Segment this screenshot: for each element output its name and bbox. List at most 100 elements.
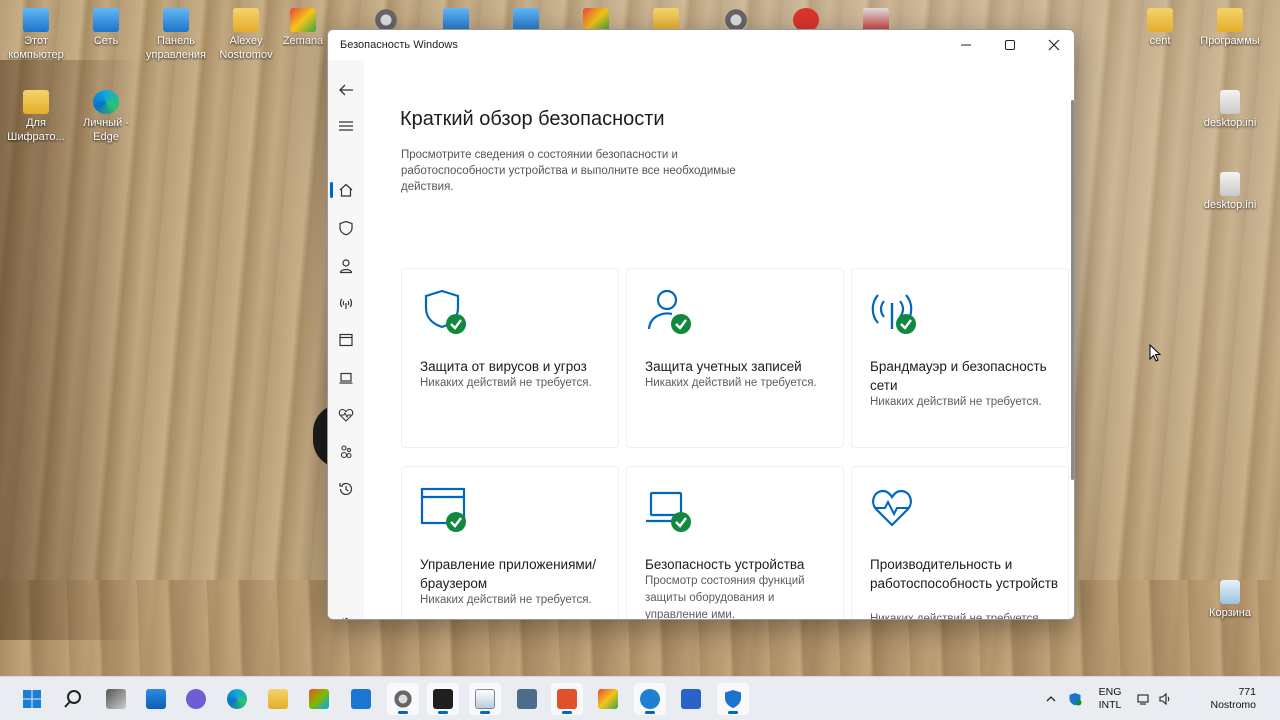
- show-hidden-icons-button[interactable]: [1045, 677, 1065, 720]
- card-title: Управление приложениями/браузером: [420, 557, 596, 591]
- search-button[interactable]: [57, 683, 89, 715]
- back-arrow-icon: [339, 84, 353, 96]
- gear-icon: [342, 617, 350, 619]
- ccleaner-icon: [557, 689, 577, 709]
- back-button[interactable]: [328, 72, 364, 108]
- browser-window-icon: [339, 333, 353, 347]
- malwarebytes-icon: [681, 689, 701, 709]
- account-person-icon: [647, 289, 691, 334]
- zemana-taskbar-button[interactable]: [592, 683, 624, 715]
- nav-device-security[interactable]: [328, 360, 364, 396]
- desktop-shadow: [0, 60, 140, 640]
- windows-security-taskbar-button[interactable]: [717, 683, 749, 715]
- taskbar: ENG INTL 771 Nostromo: [0, 676, 1280, 720]
- desktop-icon-user-folder[interactable]: Alexey Nostromov: [210, 8, 282, 62]
- desktop-icon-this-pc[interactable]: Этот компьютер: [0, 8, 72, 62]
- maximize-button[interactable]: [988, 30, 1032, 60]
- recycle-bin-icon: [1220, 580, 1240, 604]
- desktop-icon-zemana[interactable]: Zemana: [275, 8, 331, 48]
- task-view-button[interactable]: [100, 683, 132, 715]
- history-icon: [339, 482, 353, 496]
- card-title: Производительность и работоспособность у…: [870, 557, 1059, 591]
- terminal-button[interactable]: [427, 683, 459, 715]
- file-icon: [1220, 90, 1240, 114]
- person-icon: [339, 259, 353, 274]
- ccleaner-button[interactable]: [551, 683, 583, 715]
- desktop-icon-cent[interactable]: cent: [1124, 8, 1196, 48]
- card-device-performance[interactable]: Производительность и работоспособность у…: [851, 466, 1069, 619]
- heart-pulse-icon: [338, 408, 354, 422]
- card-status: Никаких действий не требуется.: [420, 377, 592, 389]
- card-firewall[interactable]: Брандмауэр и безопасность сети Никаких д…: [851, 268, 1069, 448]
- nav-account-protection[interactable]: [328, 248, 364, 284]
- tray-volume[interactable]: [1158, 677, 1178, 720]
- virus-shield-icon: [424, 289, 466, 334]
- nav-protection-history[interactable]: [328, 471, 364, 507]
- folder-icon: [1217, 8, 1243, 32]
- edge-icon: [227, 689, 247, 709]
- card-status: Никаких действий не требуется.: [870, 396, 1042, 408]
- language-indicator[interactable]: ENG INTL: [1092, 677, 1128, 720]
- chat-button[interactable]: [180, 683, 212, 715]
- malwarebytes-button[interactable]: [675, 683, 707, 715]
- file-explorer-button[interactable]: [262, 683, 294, 715]
- main-content: Краткий обзор безопасности Просмотрите с…: [364, 60, 1074, 619]
- folder-icon: [23, 90, 49, 114]
- widgets-button[interactable]: [140, 683, 172, 715]
- desktop-icon-desktop-ini-1[interactable]: desktop.ini: [1194, 90, 1266, 130]
- settings-taskbar-button[interactable]: [387, 683, 419, 715]
- keyboard-layout-label: INTL: [1098, 699, 1122, 711]
- calculator-icon: [517, 689, 537, 709]
- shield-icon: [725, 690, 741, 708]
- close-button[interactable]: [1032, 30, 1074, 60]
- desktop-icon-programs[interactable]: Программы: [1194, 8, 1266, 48]
- card-status: Никаких действий не требуется.: [645, 377, 817, 389]
- tray-network[interactable]: [1136, 677, 1156, 720]
- calculator-button[interactable]: [511, 683, 543, 715]
- card-virus-protection[interactable]: Защита от вирусов и угроз Никаких действ…: [401, 268, 619, 448]
- card-device-security[interactable]: Безопасность устройства Просмотр состоян…: [626, 466, 844, 619]
- tray-security[interactable]: [1068, 677, 1088, 720]
- nav-virus-protection[interactable]: [328, 210, 364, 246]
- gear-icon: [393, 689, 413, 709]
- laptop-icon: [339, 372, 353, 384]
- nav-home[interactable]: [328, 172, 364, 208]
- card-status: Никаких действий не требуется.: [420, 594, 592, 606]
- folder-icon: [233, 8, 259, 32]
- folder-icon: [1147, 8, 1173, 32]
- nav-family-options[interactable]: [328, 434, 364, 470]
- mail-icon: [351, 689, 371, 709]
- desktop-icon-network[interactable]: Сеть: [70, 8, 142, 48]
- network-icon: [1137, 694, 1149, 705]
- desktop-icon-edge[interactable]: Личный - Edge: [70, 90, 142, 144]
- edge-taskbar-button[interactable]: [221, 683, 253, 715]
- nav-firewall[interactable]: [328, 285, 364, 321]
- mail-button[interactable]: [345, 683, 377, 715]
- nav-device-performance[interactable]: [328, 397, 364, 433]
- heart-pulse-icon: [872, 489, 912, 527]
- card-app-browser-control[interactable]: Управление приложениями/браузером Никаки…: [401, 466, 619, 619]
- menu-button[interactable]: [328, 108, 364, 144]
- title-bar[interactable]: Безопасность Windows: [328, 30, 1074, 60]
- app-taskbar-button[interactable]: [634, 683, 666, 715]
- task-manager-button[interactable]: [469, 683, 501, 715]
- desktop-icon-desktop-ini-2[interactable]: desktop.ini: [1194, 172, 1266, 212]
- card-account-protection[interactable]: Защита учетных записей Никаких действий …: [626, 268, 844, 448]
- card-title: Защита учетных записей: [645, 359, 802, 374]
- navigation-sidebar: [328, 60, 364, 619]
- home-icon: [339, 183, 353, 197]
- clock[interactable]: 771 Nostromo: [1184, 677, 1256, 720]
- start-button[interactable]: [16, 683, 48, 715]
- minimize-button[interactable]: [944, 30, 988, 60]
- widgets-icon: [146, 689, 166, 709]
- app-browser-icon: [420, 487, 466, 532]
- page-title: Краткий обзор безопасности: [400, 108, 665, 130]
- store-button[interactable]: [303, 683, 335, 715]
- desktop-icon-recycle-bin[interactable]: Корзина: [1194, 580, 1266, 620]
- desktop-icon-encrypt-folder[interactable]: Для Шифрато...: [0, 90, 72, 144]
- desktop-icon-control-panel[interactable]: Панель управления: [140, 8, 212, 62]
- card-title: Брандмауэр и безопасность сети: [870, 359, 1047, 393]
- nav-settings[interactable]: [328, 606, 364, 619]
- nav-app-browser[interactable]: [328, 322, 364, 358]
- content-scrollbar[interactable]: [1071, 100, 1074, 480]
